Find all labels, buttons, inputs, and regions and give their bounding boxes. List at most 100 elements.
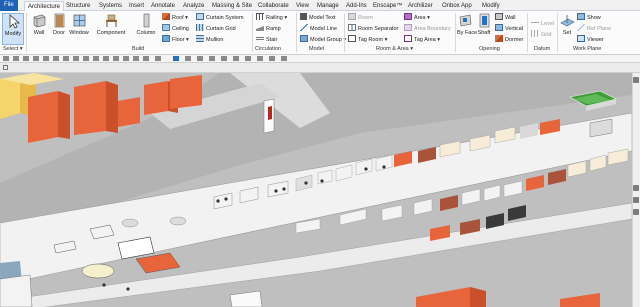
dimension-icon[interactable]	[73, 56, 79, 61]
tab-view[interactable]: View	[296, 1, 309, 11]
tool-icon[interactable]	[257, 56, 263, 61]
ramp-button[interactable]: Ramp	[256, 24, 281, 34]
window-button[interactable]: Window	[68, 13, 90, 45]
by-face-button[interactable]: By Face	[457, 13, 477, 45]
viewer-button[interactable]: Viewer	[577, 35, 604, 45]
tab-insert[interactable]: Insert	[129, 1, 144, 11]
floor-button[interactable]: Floor ▾	[162, 35, 189, 45]
3d-view-icon[interactable]	[103, 56, 109, 61]
tab-annotate[interactable]: Annotate	[151, 1, 175, 11]
wall-label: Wall	[33, 30, 45, 36]
component-button[interactable]: Component	[94, 13, 128, 45]
room-separator-label: Room Separator	[358, 26, 399, 32]
set-button[interactable]: Set	[560, 13, 575, 45]
model-text-button[interactable]: Model Text	[300, 13, 336, 23]
navigation-wheel-icon[interactable]	[633, 185, 639, 191]
measure-icon[interactable]	[63, 56, 69, 61]
area-button[interactable]: Area ▾	[404, 13, 430, 23]
switch-windows-icon[interactable]	[143, 56, 149, 61]
mullion-icon	[196, 35, 204, 42]
door-label: Door	[53, 30, 65, 36]
tab-architecture[interactable]: Architecture	[24, 1, 65, 11]
tab-manage[interactable]: Manage	[317, 1, 339, 11]
roof-icon	[162, 13, 170, 20]
cursor-arrow-icon	[9, 14, 20, 29]
roof-button[interactable]: Roof ▾	[162, 13, 188, 23]
dormer-button[interactable]: Dormer	[495, 35, 523, 45]
level-button[interactable]: Level	[531, 19, 554, 29]
area-boundary-button[interactable]: Area Boundary	[404, 24, 451, 34]
shaft-button[interactable]: Shaft	[475, 13, 493, 45]
curtain-system-button[interactable]: Curtain System	[196, 13, 244, 23]
sync-icon[interactable]	[23, 56, 29, 61]
customize-icon[interactable]	[155, 56, 161, 61]
room-area-panel-label[interactable]: Room & Area ▾	[376, 46, 413, 52]
curtain-grid-button[interactable]: Curtain Grid	[196, 24, 236, 34]
tool-icon[interactable]	[209, 56, 215, 61]
tab-collaborate[interactable]: Collaborate	[258, 1, 289, 11]
3d-viewport[interactable]	[0, 63, 640, 307]
ceiling-button[interactable]: Ceiling	[162, 24, 189, 34]
opening-panel-label: Opening	[479, 46, 500, 52]
divider	[455, 13, 456, 52]
tab-add-ins[interactable]: Add-Ins	[346, 1, 367, 11]
tool-icon[interactable]	[245, 56, 251, 61]
grid-button[interactable]: Grid	[531, 30, 551, 40]
viewcube-icon[interactable]	[633, 77, 639, 83]
tab-systems[interactable]: Systems	[99, 1, 122, 11]
railing-button[interactable]: Railing ▾	[256, 13, 287, 23]
tag-area-icon	[404, 35, 412, 42]
tool-icon[interactable]	[233, 56, 239, 61]
modify-button[interactable]: Modify	[2, 13, 24, 45]
tool-icon[interactable]	[197, 56, 203, 61]
select-panel-label[interactable]: Select ▾	[3, 46, 23, 52]
orbit-icon[interactable]	[633, 209, 639, 215]
view-icon[interactable]	[3, 65, 8, 70]
wall-button[interactable]: Wall	[30, 13, 48, 45]
tag-area-button[interactable]: Tag Area ▾	[404, 35, 440, 45]
tab-structure[interactable]: Structure	[66, 1, 90, 11]
room-button[interactable]: Room	[348, 13, 373, 23]
wall-opening-button[interactable]: Wall	[495, 13, 516, 23]
show-button[interactable]: Show	[577, 13, 601, 23]
close-hidden-icon[interactable]	[133, 56, 139, 61]
redo-icon[interactable]	[43, 56, 49, 61]
model-group-button[interactable]: Model Group ▾	[300, 35, 346, 45]
tab-file[interactable]: File	[0, 0, 18, 11]
model-line-button[interactable]: Model Line	[300, 24, 337, 34]
vertical-opening-button[interactable]: Vertical	[495, 24, 523, 34]
text-icon[interactable]	[93, 56, 99, 61]
tab-massing-site[interactable]: Massing & Site	[212, 1, 252, 11]
tool-icon[interactable]	[281, 56, 287, 61]
save-icon[interactable]	[13, 56, 19, 61]
tool-icon[interactable]	[185, 56, 191, 61]
tab-archilizer[interactable]: Archilizer	[408, 1, 433, 11]
tag-icon[interactable]	[83, 56, 89, 61]
highlighted-tool-icon[interactable]	[173, 56, 179, 61]
column-button[interactable]: Column	[134, 13, 158, 45]
tool-icon[interactable]	[221, 56, 227, 61]
zoom-icon[interactable]	[633, 197, 639, 203]
tab-enscape[interactable]: Enscape™	[373, 1, 402, 11]
tool-icon[interactable]	[269, 56, 275, 61]
area-boundary-icon	[404, 24, 412, 31]
mullion-button[interactable]: Mullion	[196, 35, 223, 45]
tab-analyze[interactable]: Analyze	[183, 1, 204, 11]
ref-plane-button[interactable]: Ref Plane	[577, 24, 611, 34]
tag-room-button[interactable]: Tag Room ▾	[348, 35, 387, 45]
section-icon[interactable]	[113, 56, 119, 61]
window-icon	[73, 14, 85, 27]
thin-lines-icon[interactable]	[123, 56, 129, 61]
vertical-scrollbar[interactable]	[632, 73, 640, 307]
stair-button[interactable]: Stair	[256, 35, 277, 45]
open-icon[interactable]	[3, 56, 9, 61]
tab-modify[interactable]: Modify	[482, 1, 500, 11]
undo-icon[interactable]	[33, 56, 39, 61]
tab-onbox-app[interactable]: Onbox App	[442, 1, 472, 11]
room-separator-button[interactable]: Room Separator	[348, 24, 398, 34]
ceiling-label: Ceiling	[172, 26, 189, 32]
3d-model-scene[interactable]	[0, 73, 632, 307]
model-panel-label: Model	[309, 46, 324, 52]
print-icon[interactable]	[53, 56, 59, 61]
door-button[interactable]: Door	[50, 13, 68, 45]
